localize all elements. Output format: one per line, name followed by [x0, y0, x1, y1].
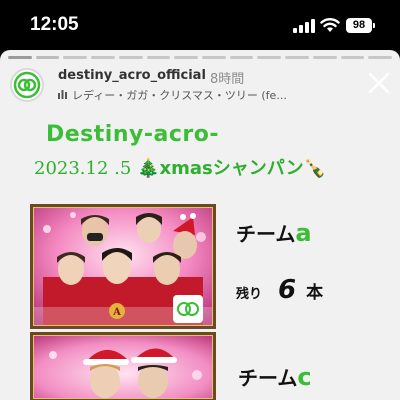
story-progress-segment	[174, 56, 199, 59]
story-progress-segment	[8, 56, 32, 59]
story-progress-segment	[340, 56, 365, 59]
acro-logo-icon	[13, 71, 41, 99]
story-progress-segment	[63, 56, 88, 59]
team-c-photo	[30, 332, 216, 400]
team-photo-illustration	[33, 335, 213, 399]
story-progress-segment	[146, 56, 171, 59]
christmas-tree-icon: 🎄	[137, 158, 160, 179]
close-icon[interactable]	[366, 70, 392, 96]
event-date-line: 2023.12 .5 🎄xmasシャンパン🍾	[34, 154, 326, 180]
wifi-icon	[320, 18, 340, 32]
story-progress-segment	[257, 56, 282, 59]
story-progress-segment	[229, 56, 254, 59]
remaining-label: 残り	[236, 287, 263, 302]
event-title: xmasシャンパン	[159, 158, 304, 179]
team-letter: a	[295, 219, 312, 247]
champagne-bottle-icon: 🍾	[303, 158, 327, 179]
team-prefix: チーム	[238, 366, 298, 390]
battery-indicator: 98	[346, 18, 375, 33]
story-progress-segment	[118, 56, 143, 59]
team-c-label: チームc	[238, 362, 312, 391]
story-progress-segment	[91, 56, 115, 59]
story-progress-segment	[202, 56, 226, 59]
team-prefix: チーム	[236, 222, 296, 246]
story-progress-segment	[285, 56, 309, 59]
team-a-label: チームa	[236, 218, 312, 247]
username-link[interactable]: destiny_acro_official	[58, 68, 206, 83]
event-date: 2023.12 .5	[34, 158, 132, 179]
music-bars-icon	[58, 89, 68, 102]
team-letter: c	[297, 363, 312, 391]
story-progress-bar	[8, 56, 393, 59]
svg-text:A: A	[112, 307, 121, 318]
story-progress-segment	[35, 56, 60, 59]
team-photo-illustration: A	[33, 207, 213, 326]
remaining-unit: 本	[306, 283, 324, 303]
status-time: 12:05	[30, 14, 79, 35]
post-time: 8時間	[210, 72, 245, 87]
story-viewer[interactable]: destiny_acro_official 8時間 レディー・ガガ・クリスマス・…	[0, 50, 400, 400]
story-progress-segment	[368, 56, 393, 59]
cellular-signal-icon	[293, 19, 315, 33]
event-headline: Destiny-acro-	[46, 122, 219, 147]
team-a-remaining: 残り 6 本	[236, 275, 323, 305]
music-attribution[interactable]: レディー・ガガ・クリスマス・ツリー (fe...	[58, 87, 358, 103]
music-title: レディー・ガガ・クリスマス・ツリー (fe...	[72, 89, 287, 102]
story-progress-segment	[312, 56, 337, 59]
remaining-count: 6	[278, 275, 297, 305]
team-a-photo: A	[30, 204, 216, 329]
profile-avatar[interactable]	[10, 68, 44, 102]
status-bar: 12:05 98	[0, 0, 400, 50]
